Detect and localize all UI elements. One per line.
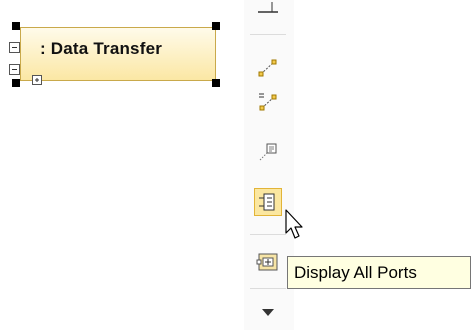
note-anchor-tool-button[interactable] [256,140,280,164]
part-symbol[interactable]: : Data Transfer [20,27,216,81]
part-name: : Data Transfer [40,39,163,58]
port-tool-button[interactable] [254,188,282,216]
toolbar-separator [250,288,286,289]
display-ports-icon [256,253,278,271]
expand-icon[interactable] [9,42,20,53]
tool-partial-icon[interactable] [256,0,282,16]
toolbar-separator [250,34,286,35]
chevron-down-icon [262,309,274,316]
mouse-cursor-icon [285,209,303,239]
selection-handle-top-right[interactable] [212,22,220,30]
connector-icon [258,59,277,77]
note-anchor-icon [259,143,277,161]
port-marker-icon [32,75,42,85]
multi-connector-icon [259,93,277,111]
more-tools-button[interactable] [256,300,280,324]
selection-handle-top-left[interactable] [12,22,20,30]
multi-connector-tool-button[interactable] [256,90,280,114]
connector-tool-button[interactable] [256,56,280,80]
collapse-icon[interactable] [9,64,20,75]
display-all-ports-button[interactable] [256,250,280,274]
selection-handle-bottom-left[interactable] [12,79,20,87]
port-icon [259,193,275,211]
toolbar-separator [250,234,286,235]
selection-handle-bottom-right[interactable] [212,79,220,87]
tooltip: Display All Ports [287,256,471,289]
